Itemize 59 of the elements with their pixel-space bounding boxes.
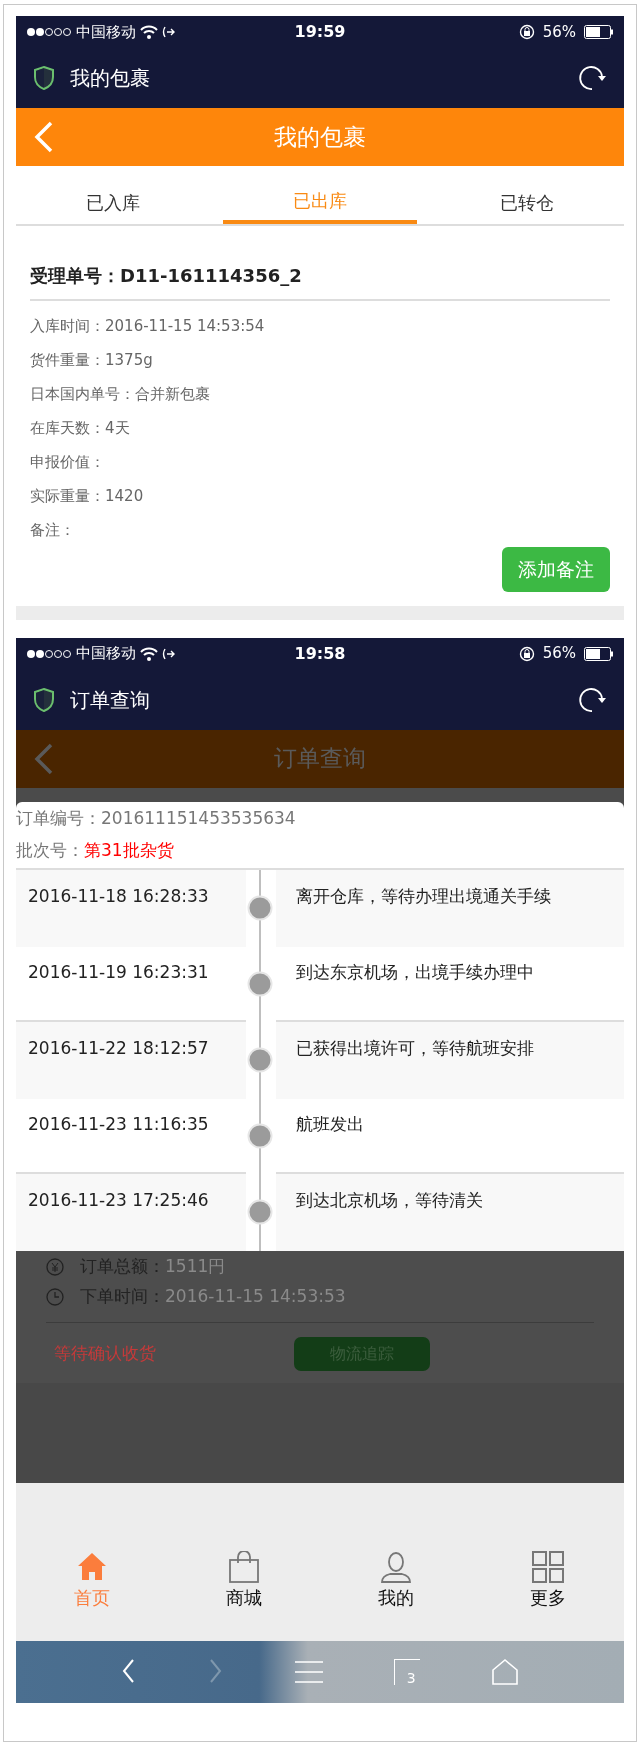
event-time: 2016-11-18 16:28:33 (28, 885, 209, 906)
nav-item[interactable]: 更多 (472, 1518, 624, 1641)
call-forward-icon (162, 646, 175, 661)
signal-icon (26, 27, 72, 37)
home-icon (76, 1550, 108, 1583)
order-number: 订单编号：201611151453535634 (16, 807, 296, 828)
app-title: 我的包裹 (70, 65, 151, 92)
shield-icon (34, 66, 54, 90)
nav-item[interactable]: 商城 (168, 1518, 320, 1641)
event-time: 2016-11-23 17:25:46 (28, 1189, 209, 1210)
home-icon[interactable] (490, 1657, 519, 1686)
page-title: 我的包裹 (274, 122, 366, 152)
batch-label: 批次号： (16, 839, 84, 860)
event-description: 航班发出 (296, 1113, 364, 1134)
call-forward-icon (162, 25, 175, 39)
nav-item[interactable]: 我的 (320, 1518, 472, 1641)
refresh-icon[interactable] (578, 685, 606, 714)
yen-icon (46, 1257, 64, 1276)
info-field: 在库天数：4天 (30, 411, 610, 445)
batch-name: 第31批杂货 (84, 839, 174, 860)
battery-percent: 56% (542, 21, 576, 43)
battery-icon (584, 25, 614, 39)
event-description: 到达东京机场，出境手续办理中 (296, 961, 534, 982)
rotation-lock-icon (518, 24, 535, 40)
battery-icon (584, 646, 614, 661)
info-field: 备注： (30, 513, 610, 547)
shopping-bag-icon (228, 1550, 260, 1583)
status-time: 19:58 (294, 643, 346, 663)
menu-icon[interactable] (295, 1659, 323, 1684)
info-field: 实际重量：1420 (30, 479, 610, 513)
person-icon (380, 1550, 412, 1583)
wifi-icon (140, 646, 158, 661)
refresh-icon[interactable] (578, 64, 606, 92)
event-description: 离开仓库，等待办理出境通关手续 (296, 885, 551, 906)
rotation-lock-icon (518, 645, 535, 662)
tab[interactable]: 已入库 (16, 166, 210, 224)
battery-percent: 56% (542, 643, 576, 665)
order-status: 等待确认收货 (53, 1341, 157, 1365)
info-field: 入库时间：2016-11-15 14:53:54 (30, 309, 610, 343)
shield-icon (34, 687, 54, 712)
event-time: 2016-11-22 18:12:57 (28, 1037, 209, 1058)
event-description: 已获得出境许可，等待航班安排 (296, 1037, 534, 1058)
event-time: 2016-11-19 16:23:31 (28, 961, 209, 982)
info-field: 货件重量：1375g (30, 343, 610, 377)
info-field: 申报价值： (30, 445, 610, 479)
carrier-name: 中国移动 (76, 21, 136, 43)
parcel-number: 受理单号：D11-161114356_2 (30, 262, 610, 301)
event-description: 到达北京机场，等待清关 (296, 1189, 483, 1210)
tab[interactable]: 已转仓 (430, 166, 624, 224)
page-title: 订单查询 (274, 744, 366, 774)
info-field: 日本国内单号：合并新包裹 (30, 377, 610, 411)
signal-icon (26, 648, 72, 659)
carrier-name: 中国移动 (76, 643, 136, 665)
grid-icon (532, 1550, 564, 1583)
status-time: 19:59 (294, 22, 346, 41)
clock-icon (46, 1287, 64, 1306)
event-time: 2016-11-23 11:16:35 (28, 1113, 209, 1134)
wifi-icon (140, 25, 158, 39)
app-title: 订单查询 (70, 686, 151, 714)
